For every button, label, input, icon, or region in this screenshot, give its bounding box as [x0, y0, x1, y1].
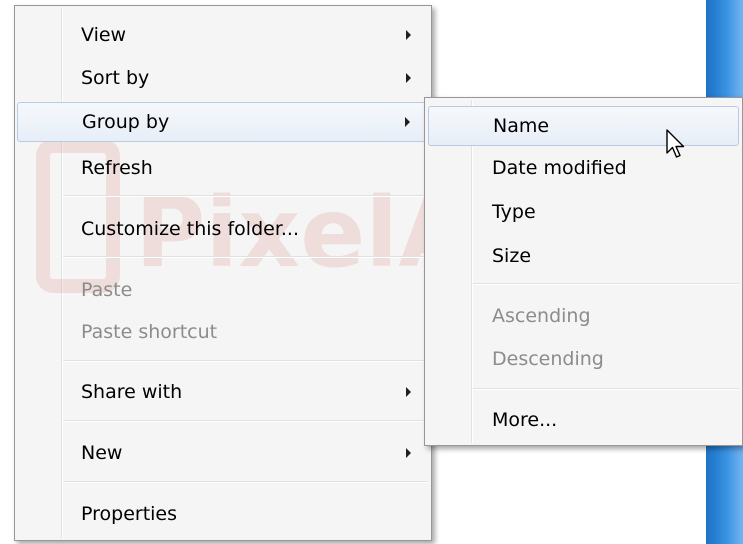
menu-item-label: Type [492, 201, 536, 223]
menu-item-label: Properties [81, 503, 178, 525]
menu-item-label: Share with [81, 381, 183, 403]
menu-item-label: Customize this folder... [81, 218, 300, 240]
submenu-item-more[interactable]: More... [425, 400, 742, 440]
menu-item-label: New [81, 442, 123, 464]
menu-item-share-with[interactable]: Share with [15, 372, 431, 412]
menu-separator [63, 360, 428, 362]
menu-item-paste-shortcut: Paste shortcut [15, 312, 431, 352]
menu-separator [473, 388, 739, 390]
submenu-arrow-icon [406, 73, 411, 83]
menu-item-properties[interactable]: Properties [15, 494, 431, 534]
menu-item-label: Paste [81, 279, 133, 301]
menu-separator [63, 256, 428, 258]
context-menu: PixelAmooz.ir View Sort by Group by Refr… [14, 5, 432, 541]
menu-item-label: Name [493, 115, 550, 137]
menu-item-label: View [81, 24, 127, 46]
submenu-item-ascending: Ascending [425, 296, 742, 336]
submenu-arrow-icon [405, 117, 410, 127]
submenu-item-descending: Descending [425, 339, 742, 379]
menu-item-label: More... [492, 409, 558, 431]
submenu-item-size[interactable]: Size [425, 236, 742, 276]
menu-item-view[interactable]: View [15, 15, 431, 55]
group-by-submenu: Name Date modified Type Size Ascending D… [424, 97, 743, 446]
menu-item-label: Paste shortcut [81, 321, 218, 343]
submenu-item-date-modified[interactable]: Date modified [425, 148, 742, 188]
submenu-item-name[interactable]: Name [428, 106, 739, 146]
menu-separator [63, 481, 428, 483]
menu-item-new[interactable]: New [15, 433, 431, 473]
menu-item-paste: Paste [15, 270, 431, 310]
menu-item-refresh[interactable]: Refresh [15, 148, 431, 188]
menu-item-label: Sort by [81, 67, 150, 89]
submenu-arrow-icon [406, 448, 411, 458]
submenu-arrow-icon [406, 30, 411, 40]
menu-item-sort-by[interactable]: Sort by [15, 58, 431, 98]
menu-item-label: Group by [82, 111, 170, 133]
menu-item-label: Ascending [492, 305, 591, 327]
submenu-item-type[interactable]: Type [425, 192, 742, 232]
menu-separator [473, 283, 739, 285]
menu-separator [63, 195, 428, 197]
menu-item-label: Size [492, 245, 532, 267]
menu-item-label: Refresh [81, 157, 153, 179]
menu-item-group-by[interactable]: Group by [17, 102, 429, 142]
menu-item-customize-folder[interactable]: Customize this folder... [15, 209, 431, 249]
submenu-arrow-icon [406, 387, 411, 397]
menu-item-label: Descending [492, 348, 604, 370]
menu-separator [63, 420, 428, 422]
mouse-cursor-icon [666, 129, 685, 158]
menu-item-label: Date modified [492, 157, 627, 179]
